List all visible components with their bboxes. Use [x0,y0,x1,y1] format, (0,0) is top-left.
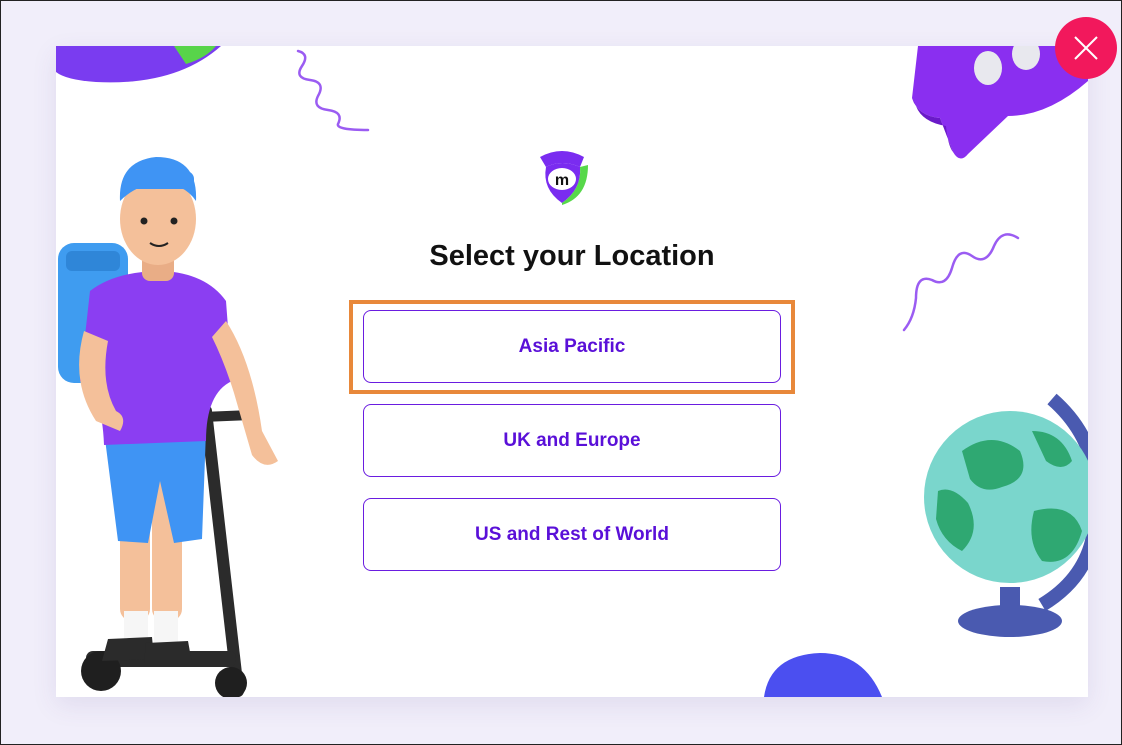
asia-pacific-button[interactable]: Asia Pacific [363,310,781,383]
m-logo-icon: m [540,151,588,205]
decorative-squiggle [296,49,370,132]
svg-text:m: m [555,172,569,189]
close-icon [1074,36,1098,60]
person-scooter-illustration [58,157,278,697]
uk-europe-button[interactable]: UK and Europe [363,404,781,477]
location-dialog: m Select your Location Asia Pacific UK a… [56,46,1088,697]
dialog-title: Select your Location [429,240,715,272]
globe-illustration [924,393,1088,637]
us-rest-of-world-button[interactable]: US and Rest of World [363,498,781,571]
decorative-blob [56,46,221,83]
decorative-blob [764,653,882,697]
close-button[interactable] [1055,17,1117,79]
